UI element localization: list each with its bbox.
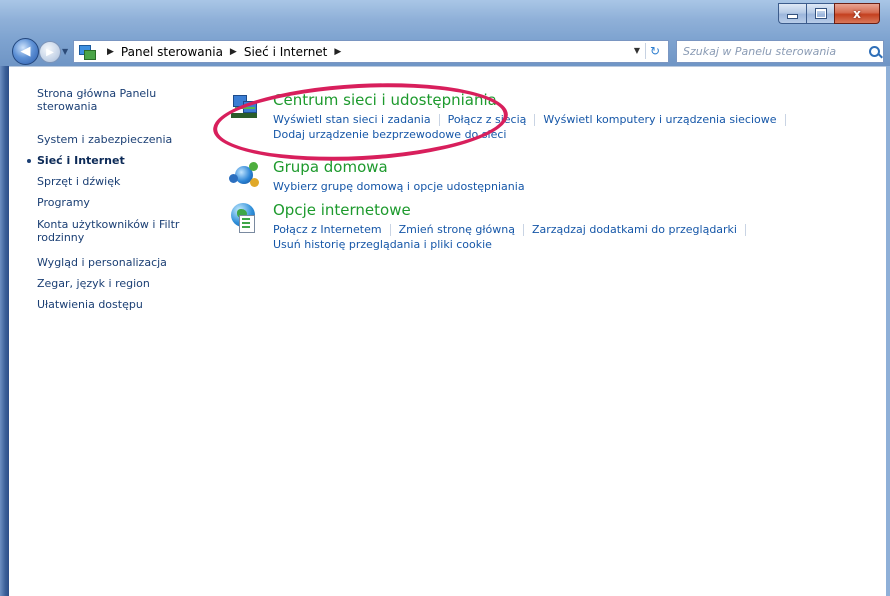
- link-separator: [389, 224, 391, 236]
- refresh-button[interactable]: ↻: [645, 43, 664, 59]
- chevron-down-icon: ▼: [62, 47, 69, 56]
- minimize-button[interactable]: [778, 3, 806, 24]
- control-panel-icon: [78, 44, 96, 60]
- link-separator: [522, 224, 524, 236]
- sidebar-item-user-accounts[interactable]: Konta użytkowników i Filtr rodzinny: [37, 218, 207, 244]
- link-separator: [534, 114, 536, 126]
- sidebar-item-network-internet[interactable]: Sieć i Internet: [27, 154, 207, 167]
- content-area: Strona główna Panelu sterowania System i…: [9, 66, 886, 596]
- link-delete-browsing-history[interactable]: Usuń historię przeglądania i pliki cooki…: [273, 238, 492, 251]
- breadcrumb-network-internet[interactable]: Sieć i Internet: [244, 45, 328, 59]
- maximize-button[interactable]: [806, 3, 834, 24]
- link-separator: [745, 224, 746, 236]
- link-separator: [438, 114, 440, 126]
- back-arrow-icon: ◀: [20, 44, 31, 59]
- link-view-network-status[interactable]: Wyświetl stan sieci i zadania: [273, 113, 431, 126]
- window-frame-left: [0, 66, 9, 596]
- sidebar-item-hardware-sound[interactable]: Sprzęt i dźwięk: [37, 175, 207, 188]
- search-input[interactable]: Szukaj w Panelu sterowania: [677, 45, 865, 58]
- back-button[interactable]: ◀: [12, 38, 39, 65]
- forward-button[interactable]: ▶: [39, 41, 61, 63]
- address-bar[interactable]: ▶ Panel sterowania ▶ Sieć i Internet ▶ ▼…: [73, 40, 669, 63]
- category-title[interactable]: Centrum sieci i udostępniania: [273, 91, 497, 109]
- network-center-icon[interactable]: [229, 93, 261, 123]
- active-bullet-icon: [27, 159, 31, 163]
- breadcrumb-chevron-icon[interactable]: ▶: [230, 47, 237, 57]
- sidebar-item-system-security[interactable]: System i zabezpieczenia: [37, 133, 207, 146]
- search-box[interactable]: Szukaj w Panelu sterowania: [676, 40, 884, 63]
- category-title[interactable]: Opcje internetowe: [273, 201, 411, 219]
- navigation-bar: ◀ ▶ ▼ ▶ Panel sterowania ▶ Sieć i Intern…: [9, 37, 886, 65]
- sidebar-item-home[interactable]: Strona główna Panelu sterowania: [37, 87, 207, 113]
- link-view-network-computers[interactable]: Wyświetl komputery i urządzenia sieciowe: [543, 113, 776, 126]
- internet-options-icon[interactable]: [229, 203, 261, 233]
- close-button[interactable]: x: [834, 3, 880, 24]
- link-change-home-page[interactable]: Zmień stronę główną: [399, 223, 515, 236]
- category-title[interactable]: Grupa domowa: [273, 158, 388, 176]
- category-links: Połącz z Internetem Zmień stronę główną Za…: [273, 222, 754, 252]
- homegroup-icon[interactable]: [229, 160, 261, 190]
- link-connect-to-internet[interactable]: Połącz z Internetem: [273, 223, 382, 236]
- category-links: Wyświetl stan sieci i zadania Połącz z si…: [273, 112, 794, 142]
- sidebar-item-label: Sieć i Internet: [37, 154, 125, 167]
- recent-pages-dropdown[interactable]: ▼: [62, 47, 68, 56]
- link-add-wireless-device[interactable]: Dodaj urządzenie bezprzewodowe do sieci: [273, 128, 506, 141]
- search-icon[interactable]: [865, 46, 883, 57]
- address-dropdown-icon[interactable]: ▼: [634, 46, 640, 55]
- minimize-icon: [787, 14, 798, 19]
- breadcrumb-chevron-icon[interactable]: ▶: [334, 47, 341, 57]
- refresh-icon: ↻: [649, 44, 661, 58]
- link-connect-to-network[interactable]: Połącz z siecią: [448, 113, 527, 126]
- category-links: Wybierz grupę domową i opcje udostępnian…: [273, 179, 525, 194]
- sidebar: Strona główna Panelu sterowania System i…: [9, 67, 209, 596]
- control-panel-window: x ◀ ▶ ▼ ▶ Panel sterowania ▶ Sieć i Inte…: [0, 0, 890, 596]
- breadcrumb-chevron-icon[interactable]: ▶: [107, 47, 114, 57]
- forward-arrow-icon: ▶: [46, 46, 54, 58]
- window-controls: x: [778, 3, 880, 24]
- link-separator: [784, 114, 786, 126]
- sidebar-item-ease-of-access[interactable]: Ułatwienia dostępu: [37, 298, 207, 311]
- window-frame-right: [886, 66, 890, 596]
- link-manage-addons[interactable]: Zarządzaj dodatkami do przeglądarki: [532, 223, 737, 236]
- sidebar-item-appearance[interactable]: Wygląd i personalizacja: [37, 256, 207, 269]
- close-icon: x: [853, 6, 861, 21]
- maximize-icon: [814, 8, 827, 19]
- breadcrumb-control-panel[interactable]: Panel sterowania: [121, 45, 223, 59]
- sidebar-item-programs[interactable]: Programy: [37, 196, 207, 209]
- link-choose-homegroup[interactable]: Wybierz grupę domową i opcje udostępnian…: [273, 180, 525, 193]
- sidebar-item-clock-region[interactable]: Zegar, język i region: [37, 277, 207, 290]
